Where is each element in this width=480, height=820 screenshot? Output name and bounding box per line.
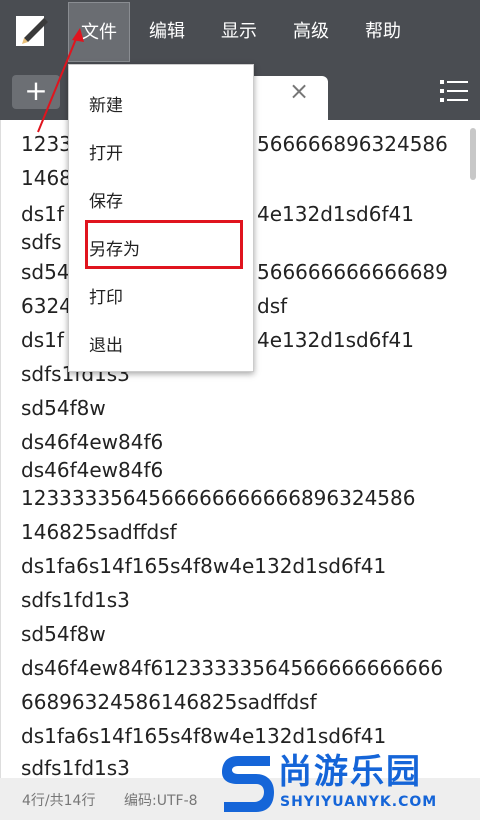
editor-line: 146825sadffdsf	[21, 520, 177, 544]
editor-line: 66896324586146825sadffdsf	[21, 690, 317, 714]
editor-line: ds46f4ew84f61233333564566666666666	[21, 656, 444, 680]
editor-line: ds46f4ew84f6	[21, 430, 164, 454]
editor-line: 1233333564566666666666896324586	[21, 486, 416, 510]
editor-line: sd54	[21, 260, 70, 284]
editor-line: sdfs1fd1s3	[21, 588, 130, 612]
editor-line: ds1f	[21, 202, 64, 226]
editor-line: ds1fa6s14f165s4f8w4e132d1sd6f41	[21, 554, 387, 578]
menu-file[interactable]: 文件	[68, 2, 130, 62]
file-dropdown-menu: 新建 打开 保存 另存为 打印 退出	[68, 64, 254, 372]
save-as-highlight-box	[85, 220, 243, 269]
menu-item-exit[interactable]: 退出	[89, 331, 123, 356]
editor-line: 566666666666689	[257, 260, 448, 284]
editor-line: sd54f8w	[21, 622, 106, 646]
watermark-logo-icon	[222, 756, 274, 812]
editor-line: sdfs	[21, 230, 62, 254]
editor-line: 4e132d1sd6f41	[257, 328, 414, 352]
notepad-app-icon[interactable]	[14, 14, 50, 48]
list-menu-icon[interactable]	[440, 78, 468, 104]
menu-help[interactable]: 帮助	[358, 2, 408, 62]
editor-line: 1233	[21, 132, 72, 156]
editor-line: ds1f	[21, 328, 64, 352]
vertical-scrollbar[interactable]	[470, 128, 476, 180]
editor-line: 1468	[21, 166, 72, 190]
editor-line: 6324	[21, 294, 72, 318]
editor-line: 566666896324586	[257, 132, 448, 156]
close-tab-icon[interactable]: ×	[284, 76, 314, 106]
menu-advanced[interactable]: 高级	[286, 2, 336, 62]
watermark-url: SHYIYUANYK.COM	[280, 794, 438, 810]
encoding-status: 编码:UTF-8	[124, 793, 198, 809]
line-count-status: 4行/共14行	[22, 793, 96, 809]
editor-line: dsf	[257, 294, 288, 318]
editor-line: ds46f4ew84f6	[21, 458, 164, 482]
editor-line: 4e132d1sd6f41	[257, 202, 414, 226]
watermark-title: 尚游乐园	[278, 752, 422, 792]
add-tab-button[interactable]: +	[12, 75, 60, 109]
menu-bar: 文件 编辑 显示 高级 帮助	[0, 0, 480, 64]
menu-item-open[interactable]: 打开	[89, 139, 123, 164]
menu-view[interactable]: 显示	[214, 2, 264, 62]
menu-item-save[interactable]: 保存	[89, 187, 123, 212]
editor-line: sd54f8w	[21, 396, 106, 420]
menu-item-print[interactable]: 打印	[89, 283, 123, 308]
site-watermark: 尚游乐园 SHYIYUANYK.COM	[216, 744, 480, 820]
menu-edit[interactable]: 编辑	[140, 2, 194, 62]
menu-item-new[interactable]: 新建	[89, 91, 123, 116]
editor-line: sdfs1fd1s3	[21, 756, 130, 778]
